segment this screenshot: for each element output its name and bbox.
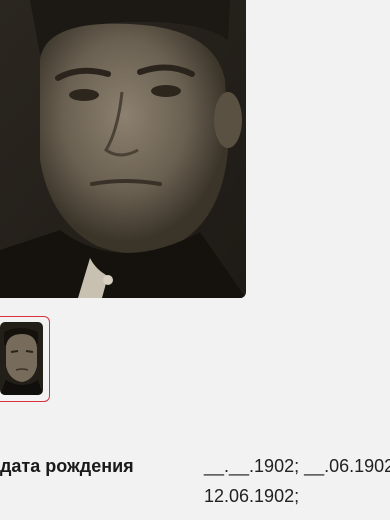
birth-date-value: __.__.1902; __.06.1902;	[204, 456, 390, 476]
portrait-thumbnail[interactable]	[0, 322, 43, 395]
birth-date-label: дата рождения	[0, 456, 134, 476]
birth-date-value-secondary: 12.06.1902;	[204, 486, 300, 506]
portrait-photo[interactable]	[0, 0, 246, 298]
thumbnail-frame[interactable]	[0, 316, 50, 402]
